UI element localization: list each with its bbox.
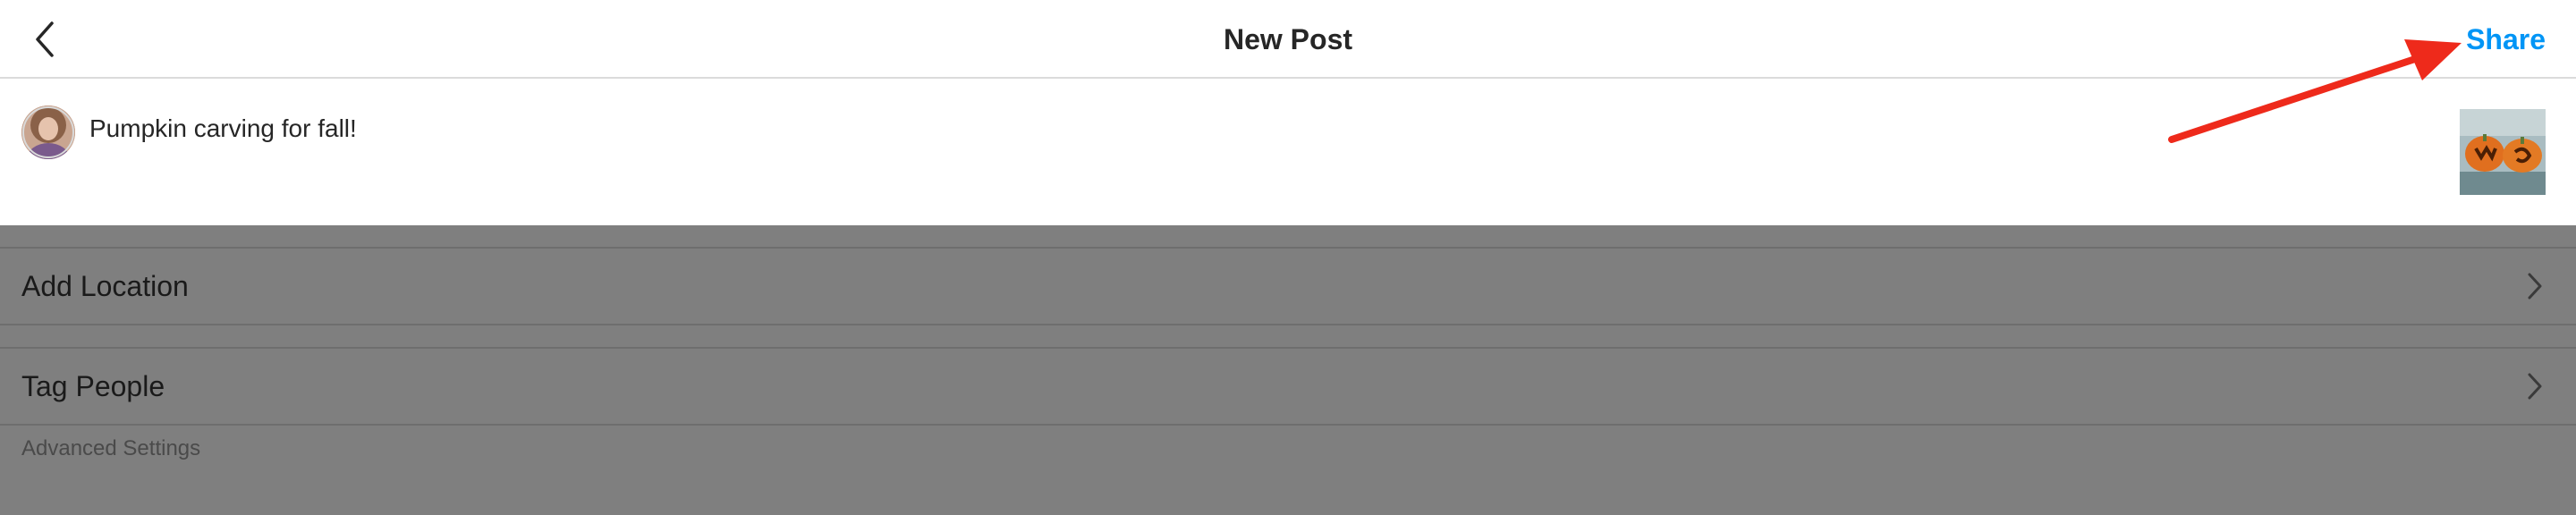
- add-location-row[interactable]: Add Location: [0, 249, 2576, 324]
- divider: [0, 424, 2576, 426]
- chevron-right-icon: [2528, 373, 2542, 400]
- caption-input[interactable]: Pumpkin carving for fall!: [89, 114, 357, 143]
- new-post-screen: New Post Share Pumpkin carving for fall!: [0, 0, 2576, 515]
- pumpkin-photo-icon: [2460, 109, 2546, 195]
- caption-composer: Pumpkin carving for fall!: [0, 79, 2576, 225]
- top-navigation-bar: New Post Share: [0, 0, 2576, 79]
- share-button[interactable]: Share: [2466, 0, 2546, 79]
- advanced-settings-link[interactable]: Advanced Settings: [21, 436, 200, 461]
- chevron-left-icon: [36, 21, 54, 57]
- user-avatar-image: [21, 106, 75, 159]
- add-location-label: Add Location: [21, 270, 189, 302]
- post-settings-list: Add Location Tag People Advanced Setting…: [0, 225, 2576, 515]
- chevron-right-icon: [2528, 273, 2542, 300]
- back-button[interactable]: [27, 18, 63, 61]
- tag-people-label: Tag People: [21, 370, 165, 402]
- tag-people-row[interactable]: Tag People: [0, 349, 2576, 424]
- avatar: [21, 106, 75, 159]
- post-thumbnail: [2460, 109, 2546, 195]
- divider: [0, 324, 2576, 325]
- page-title: New Post: [1223, 23, 1353, 55]
